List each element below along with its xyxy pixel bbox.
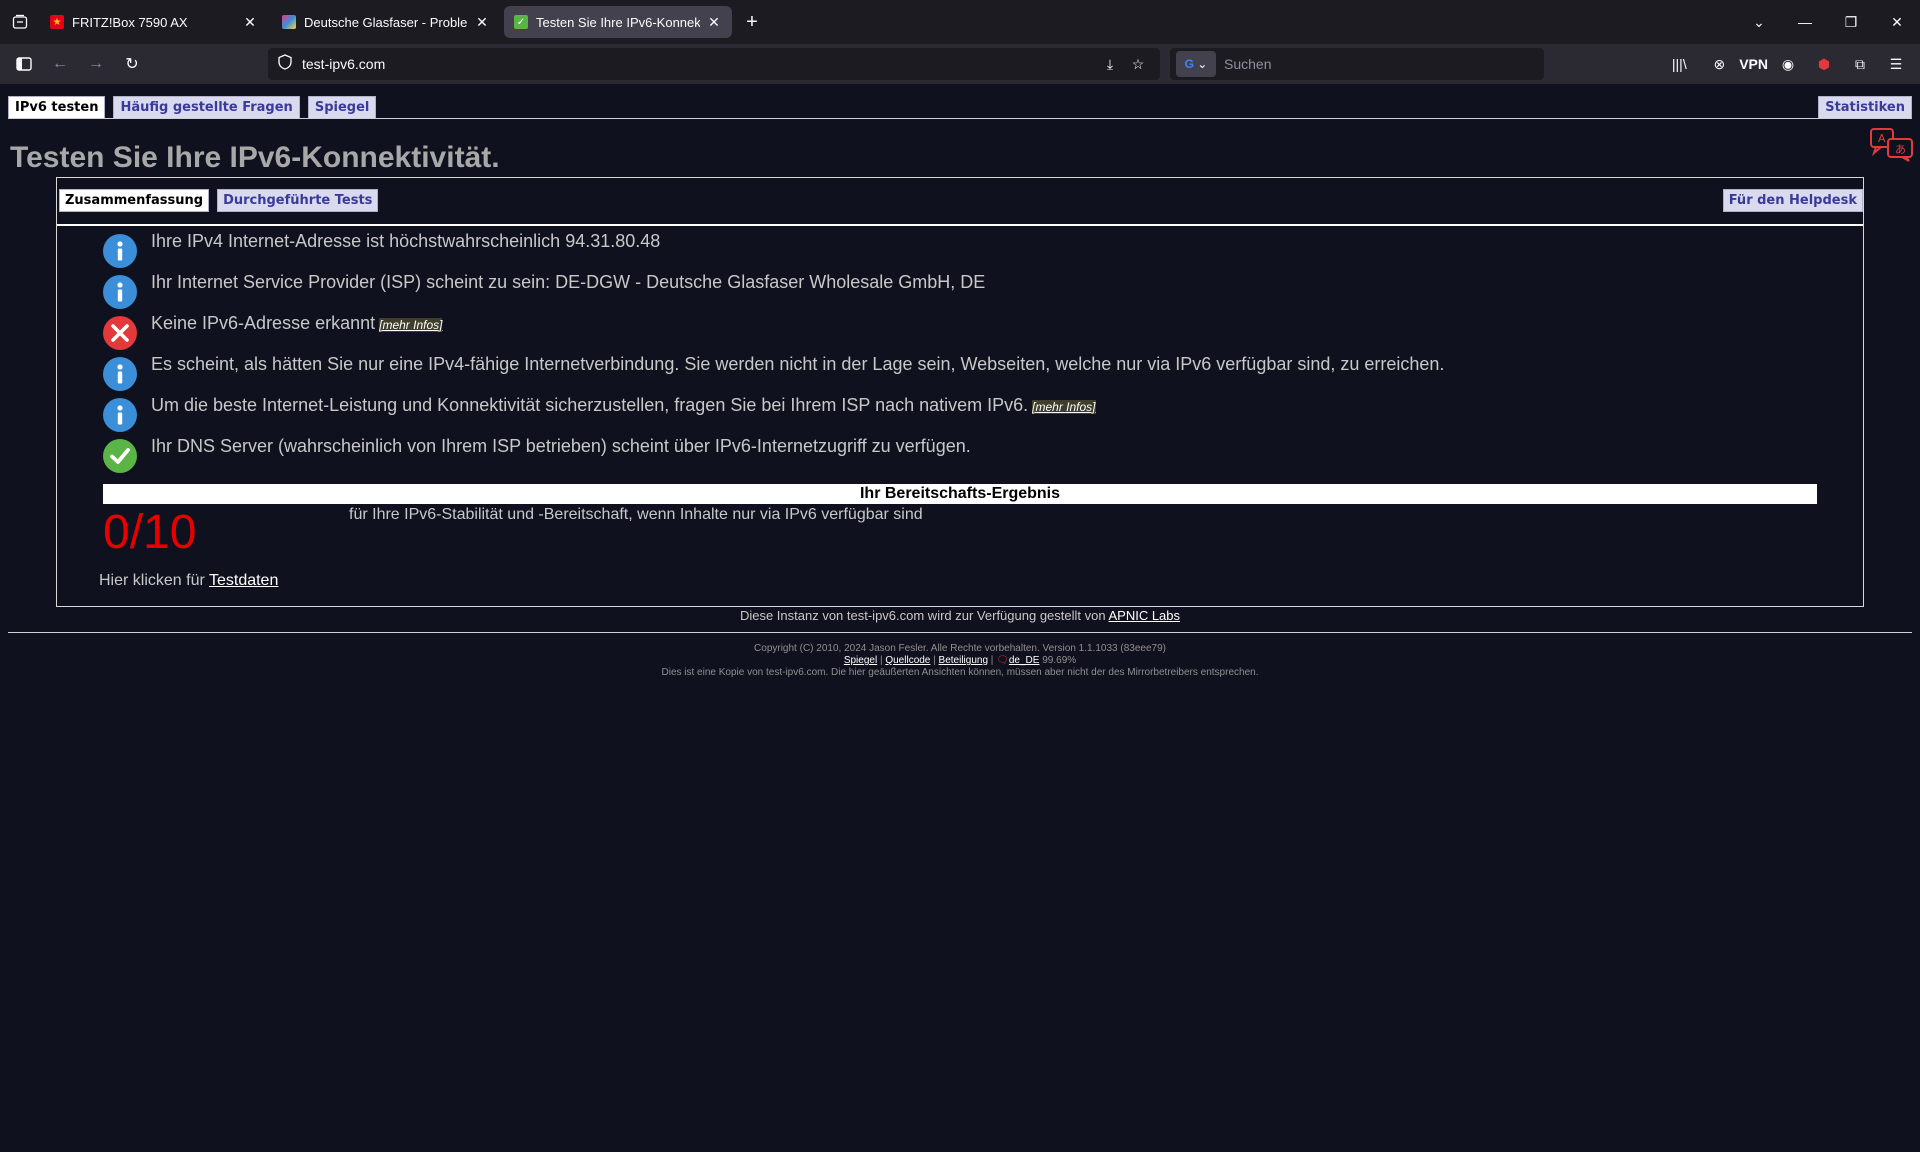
score-description: für Ihre IPv6-Stabilität und -Bereitscha… (349, 506, 923, 523)
page-content: IPv6 testen Häufig gestellte Fragen Spie… (0, 84, 1920, 679)
nav-tab-faq[interactable]: Häufig gestellte Fragen (113, 96, 300, 118)
url-bar[interactable]: test-ipv6.com ⤓ ☆ (268, 48, 1160, 80)
sidebar-icon[interactable] (8, 48, 40, 80)
info-icon (103, 275, 137, 309)
account-icon[interactable]: ◉ (1772, 48, 1804, 80)
readiness-score: 0/10 (103, 506, 197, 559)
google-icon: G (1184, 57, 1194, 71)
tab-bar: ★ FRITZ!Box 7590 AX ✕ Deutsche Glasfaser… (0, 0, 1920, 44)
tab-label: Testen Sie Ihre IPv6-Konnektivit (536, 14, 700, 30)
window-controls: ⌄ — ❐ ✕ (1736, 0, 1920, 44)
info-icon (103, 398, 137, 432)
vpn-button[interactable]: ⊗ VPN (1699, 48, 1768, 80)
nav-tab-spiegel[interactable]: Spiegel (307, 96, 377, 118)
fritzbox-favicon-icon: ★ (50, 15, 64, 29)
more-info-link[interactable]: [mehr Infos] (379, 318, 443, 332)
results-list: Ihre IPv4 Internet-Adresse ist höchstwah… (57, 226, 1863, 590)
result-text: Ihr DNS Server (wahrscheinlich von Ihrem… (151, 436, 971, 456)
tab-deutsche-glasfaser[interactable]: Deutsche Glasfaser - Probleme ✕ (272, 6, 500, 38)
error-x-icon (103, 316, 137, 350)
tab-zusammenfassung[interactable]: Zusammenfassung (59, 189, 210, 212)
result-ask-isp: Um die beste Internet-Leistung und Konne… (103, 394, 1817, 435)
copyright: Copyright (C) 2010, 2024 Jason Fesler. A… (754, 643, 1166, 654)
close-window-icon[interactable]: ✕ (1874, 0, 1920, 44)
test-panel: Zusammenfassung Durchgeführte Tests Für … (56, 177, 1864, 607)
search-input[interactable] (1224, 56, 1538, 72)
minimize-icon[interactable]: — (1782, 0, 1828, 44)
locale-icon: 🗨 (996, 655, 1009, 666)
new-tab-icon[interactable]: + (736, 6, 768, 38)
result-text: Keine IPv6-Adresse erkannt (151, 313, 376, 333)
nav-tab-ipv6-testen[interactable]: IPv6 testen (8, 96, 106, 118)
result-text: Ihr Internet Service Provider (ISP) sche… (151, 272, 986, 292)
top-navigation: IPv6 testen Häufig gestellte Fragen Spie… (8, 84, 1912, 119)
nav-tab-statistiken[interactable]: Statistiken (1818, 96, 1912, 118)
glasfaser-favicon-icon (282, 15, 296, 29)
ublock-icon[interactable]: ⬢ (1808, 48, 1840, 80)
reload-icon[interactable]: ↻ (116, 48, 148, 80)
result-text: Um die beste Internet-Leistung und Konne… (151, 395, 1029, 415)
result-text: Ihre IPv4 Internet-Adresse ist höchstwah… (151, 231, 661, 251)
toolbar-right: |||\ ⊗ VPN ◉ ⬢ ⧉ ☰ (1659, 48, 1912, 80)
translate-icon[interactable]: Aあ (1870, 128, 1914, 167)
extensions-icon[interactable]: ⧉ (1844, 48, 1876, 80)
footer-link-quellcode[interactable]: Quellcode (885, 655, 930, 666)
close-icon[interactable]: ✕ (242, 14, 258, 30)
svg-text:あ: あ (1895, 143, 1906, 156)
footer-link-beteiligung[interactable]: Beteiligung (939, 655, 988, 666)
save-page-icon[interactable]: ⤓ (1098, 56, 1122, 73)
url-text[interactable]: test-ipv6.com (302, 56, 1094, 72)
result-no-ipv6: Keine IPv6-Adresse erkannt [mehr Infos] (103, 312, 1817, 353)
footer-link-spiegel[interactable]: Spiegel (844, 655, 877, 666)
result-isp: Ihr Internet Service Provider (ISP) sche… (103, 271, 1817, 312)
chevron-down-icon[interactable]: ⌄ (1736, 0, 1782, 44)
footer-links: Spiegel | Quellcode | Beteiligung | 🗨de_… (843, 655, 1077, 666)
bookmark-star-icon[interactable]: ☆ (1126, 56, 1150, 73)
apnic-labs-link[interactable]: APNIC Labs (1108, 608, 1180, 623)
checkmark-icon (103, 439, 137, 473)
tab-test-ipv6[interactable]: ✓ Testen Sie Ihre IPv6-Konnektivit ✕ (504, 6, 732, 38)
tab-fritzbox[interactable]: ★ FRITZ!Box 7590 AX ✕ (40, 6, 268, 38)
result-ipv4-address: Ihre IPv4 Internet-Adresse ist höchstwah… (103, 230, 1817, 271)
vpn-status-icon: ⊗ (1713, 55, 1726, 72)
info-icon (103, 357, 137, 391)
tab-durchgefuehrte-tests[interactable]: Durchgeführte Tests (217, 189, 379, 212)
tab-list-icon[interactable] (0, 0, 40, 44)
checkmark-favicon-icon: ✓ (514, 15, 528, 29)
restore-icon[interactable]: ❐ (1828, 0, 1874, 44)
disclaimer: Dies ist eine Kopie von test-ipv6.com. D… (661, 667, 1259, 678)
forward-icon[interactable]: → (80, 48, 112, 80)
result-dns: Ihr DNS Server (wahrscheinlich von Ihrem… (103, 435, 1817, 476)
search-engine-selector[interactable]: G ⌄ (1176, 51, 1216, 77)
provided-prefix: Diese Instanz von test-ipv6.com wird zur… (739, 608, 1109, 623)
tab-helpdesk[interactable]: Für den Helpdesk (1722, 189, 1863, 212)
score-row: 0/10 für Ihre IPv6-Stabilität und -Berei… (103, 504, 1817, 562)
locale-percent: 99.69% (1042, 655, 1077, 666)
search-bar[interactable]: G ⌄ (1170, 48, 1544, 80)
sub-navigation: Zusammenfassung Durchgeführte Tests Für … (57, 178, 1863, 226)
svg-text:A: A (1878, 132, 1886, 145)
close-icon[interactable]: ✕ (474, 14, 490, 30)
result-text: Es scheint, als hätten Sie nur eine IPv4… (151, 354, 1445, 374)
testdata-line: Hier klicken für Testdaten (99, 572, 1817, 590)
menu-icon[interactable]: ☰ (1880, 48, 1912, 80)
close-icon[interactable]: ✕ (706, 14, 722, 30)
page-title: Testen Sie Ihre IPv6-Konnektivität. (10, 141, 500, 174)
result-ipv4-only: Es scheint, als hätten Sie nur eine IPv4… (103, 353, 1817, 394)
tab-label: FRITZ!Box 7590 AX (72, 14, 188, 30)
info-icon (103, 234, 137, 268)
divider (8, 632, 1912, 633)
footer-link-locale[interactable]: de_DE (1009, 655, 1040, 666)
navigation-bar: ← → ↻ test-ipv6.com ⤓ ☆ G ⌄ |||\ ⊗ VPN ◉… (0, 44, 1920, 84)
tab-label: Deutsche Glasfaser - Probleme (304, 14, 468, 30)
footer: Copyright (C) 2010, 2024 Jason Fesler. A… (8, 643, 1912, 679)
score-heading: Ihr Bereitschafts-Ergebnis (103, 484, 1817, 504)
more-info-link[interactable]: [mehr Infos] (1032, 400, 1096, 414)
site-security-icon[interactable] (278, 53, 292, 75)
testdata-link[interactable]: Testdaten (209, 572, 278, 589)
provided-by: Diese Instanz von test-ipv6.com wird zur… (8, 607, 1912, 632)
testdata-prefix: Hier klicken für (99, 572, 209, 589)
back-icon[interactable]: ← (44, 48, 76, 80)
library-icon[interactable]: |||\ (1663, 48, 1695, 80)
